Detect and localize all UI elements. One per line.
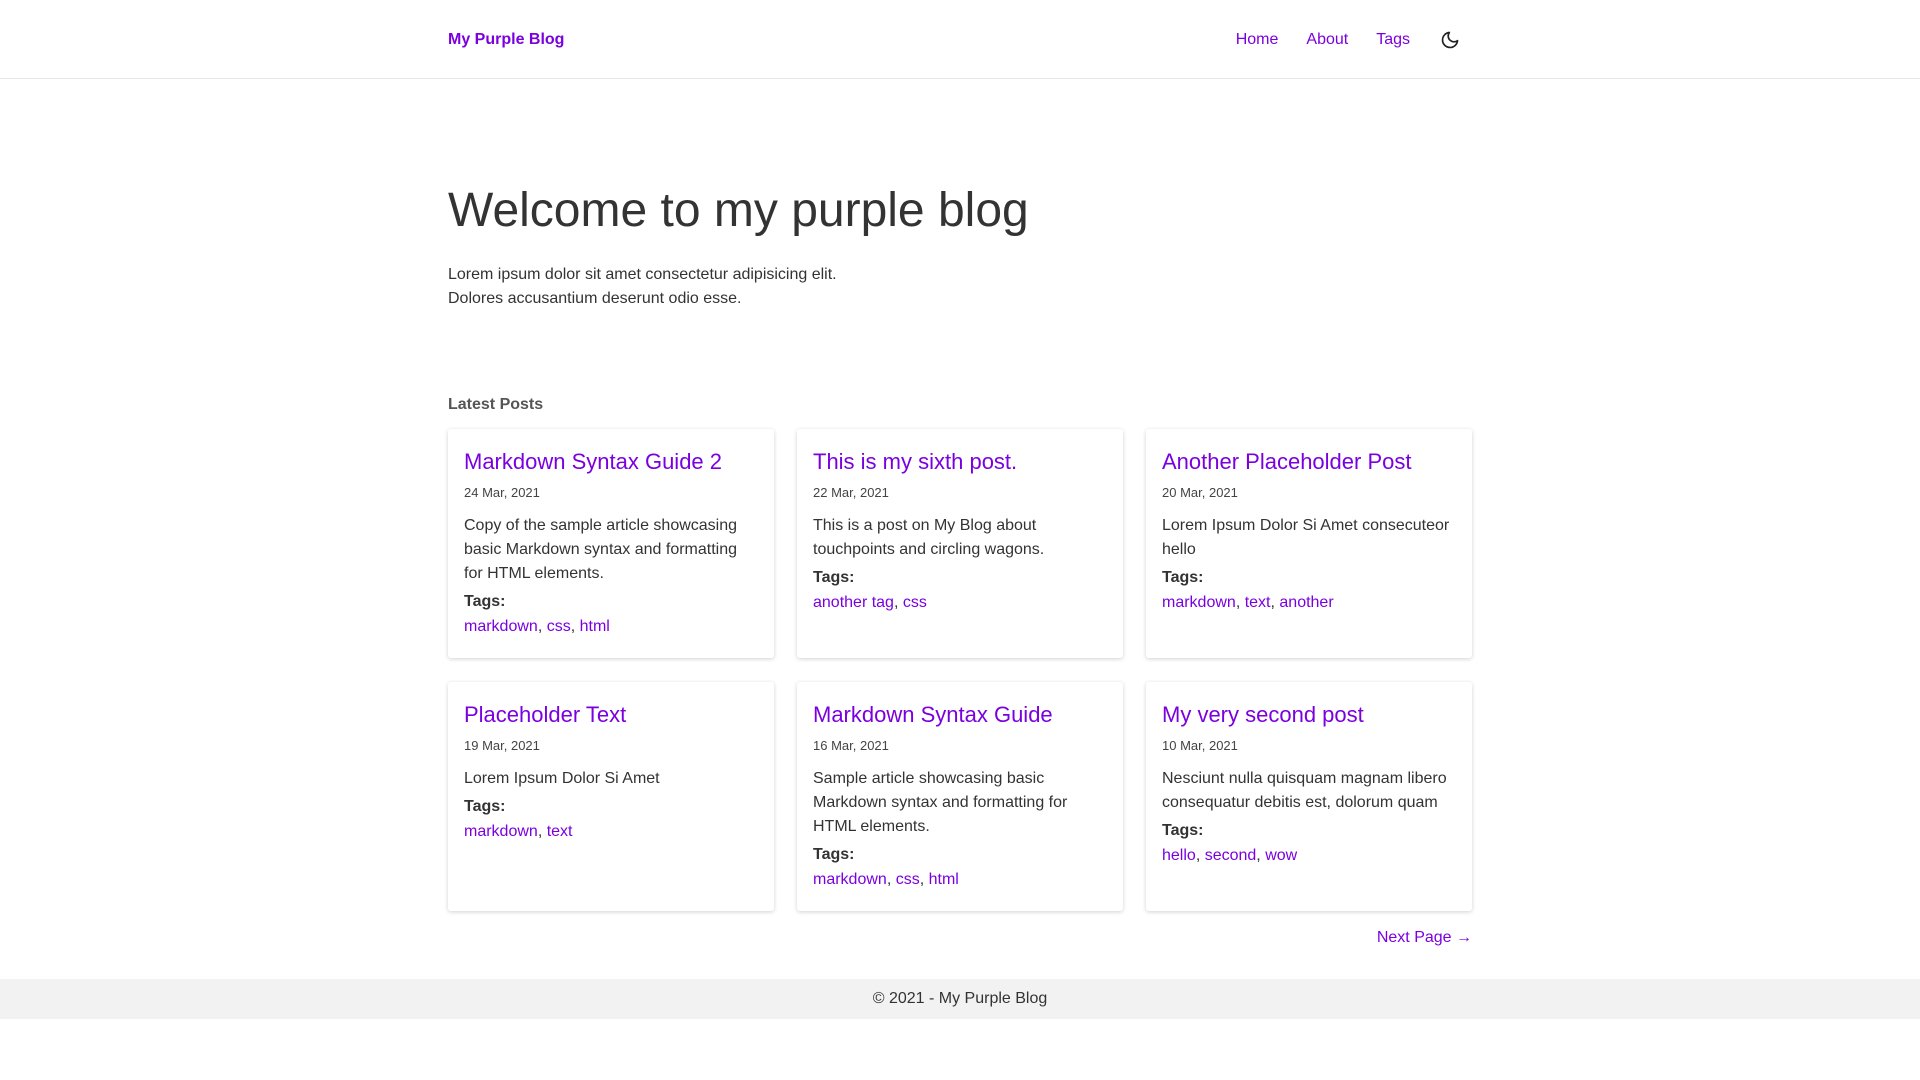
header-container: My Purple Blog Home About Tags [448, 0, 1472, 79]
nav-tags-link[interactable]: Tags [1376, 31, 1410, 49]
moon-icon [1441, 31, 1459, 48]
page-title: Welcome to my purple blog [448, 184, 1029, 237]
post-tags: markdown, css, html [464, 617, 758, 637]
tag-link[interactable]: another tag [813, 594, 894, 611]
post-date: 20 Mar, 2021 [1162, 484, 1238, 500]
tag-link[interactable]: text [547, 823, 573, 840]
intro-text: Lorem ipsum dolor sit amet consectetur a… [448, 263, 1472, 311]
tag-separator: , [570, 617, 580, 635]
tags-label: Tags: [464, 592, 506, 610]
tag-link[interactable]: css [903, 594, 927, 611]
main-content: Welcome to my purple blog Lorem ipsum do… [448, 79, 1472, 951]
post-card: Placeholder Text 19 Mar, 2021 Lorem Ipsu… [448, 681, 774, 911]
tags-label: Tags: [813, 845, 855, 863]
tag-link[interactable]: markdown [464, 823, 538, 840]
tag-separator: , [1195, 846, 1205, 864]
tag-separator: , [537, 822, 547, 840]
site-footer: © 2021 - My Purple Blog [0, 979, 1920, 1019]
theme-toggle-button[interactable] [1436, 26, 1464, 54]
post-tags: markdown, text [464, 822, 758, 842]
tag-separator: , [1235, 593, 1245, 611]
tag-link[interactable]: markdown [1162, 594, 1236, 611]
post-title-link[interactable]: Another Placeholder Post [1162, 447, 1456, 477]
post-date: 24 Mar, 2021 [464, 484, 540, 500]
post-tags: hello, second, wow [1162, 846, 1456, 866]
intro-line-2: Dolores accusantium deserunt odio esse. [448, 289, 742, 307]
post-card: Markdown Syntax Guide 16 Mar, 2021 Sampl… [797, 681, 1123, 911]
footer-copyright: © 2021 - My Purple Blog [872, 990, 1048, 1007]
tag-link[interactable]: another [1279, 594, 1333, 611]
posts-grid: Markdown Syntax Guide 2 24 Mar, 2021 Cop… [448, 428, 1472, 911]
tag-link[interactable]: wow [1265, 847, 1297, 864]
post-title-link[interactable]: Markdown Syntax Guide [813, 700, 1107, 730]
tags-label: Tags: [1162, 821, 1204, 839]
tag-link[interactable]: markdown [813, 871, 887, 888]
post-date: 22 Mar, 2021 [813, 484, 889, 500]
tag-link[interactable]: css [547, 618, 571, 635]
hero-section: Welcome to my purple blog Lorem ipsum do… [448, 79, 1472, 311]
post-title-link[interactable]: Placeholder Text [464, 700, 758, 730]
post-date: 10 Mar, 2021 [1162, 737, 1238, 753]
tag-link[interactable]: hello [1162, 847, 1196, 864]
post-date: 19 Mar, 2021 [464, 737, 540, 753]
post-title-link[interactable]: Markdown Syntax Guide 2 [464, 447, 758, 477]
post-card: My very second post 10 Mar, 2021 Nesciun… [1146, 681, 1472, 911]
main-nav: Home About Tags [1236, 26, 1472, 54]
nav-home-link[interactable]: Home [1236, 31, 1279, 49]
brand-link[interactable]: My Purple Blog [448, 31, 564, 49]
post-description: Lorem Ipsum Dolor Si Amet [464, 769, 660, 787]
tag-link[interactable]: second [1205, 847, 1257, 864]
site-header: My Purple Blog Home About Tags [0, 0, 1920, 79]
next-page-link[interactable]: Next Page → [1377, 929, 1472, 946]
post-tags: markdown, css, html [813, 870, 1107, 890]
post-title-link[interactable]: My very second post [1162, 700, 1456, 730]
post-tags: another tag, css [813, 593, 1107, 613]
tags-label: Tags: [464, 797, 506, 815]
tag-separator: , [893, 593, 903, 611]
tag-link[interactable]: html [580, 618, 610, 635]
post-description: Sample article showcasing basic Markdown… [813, 769, 1068, 835]
pagination: Next Page → [448, 929, 1472, 951]
post-card: Markdown Syntax Guide 2 24 Mar, 2021 Cop… [448, 428, 774, 658]
tag-link[interactable]: text [1245, 594, 1271, 611]
post-title-link[interactable]: This is my sixth post. [813, 447, 1107, 477]
tag-separator: , [886, 870, 896, 888]
tag-separator: , [537, 617, 547, 635]
post-tags: markdown, text, another [1162, 593, 1456, 613]
post-description: Lorem Ipsum Dolor Si Amet consecuteor he… [1162, 516, 1450, 558]
tags-label: Tags: [813, 568, 855, 586]
tag-separator: , [919, 870, 929, 888]
tag-link[interactable]: markdown [464, 618, 538, 635]
post-description: This is a post on My Blog about touchpoi… [813, 516, 1045, 558]
tags-label: Tags: [1162, 568, 1204, 586]
post-description: Copy of the sample article showcasing ba… [464, 516, 738, 582]
post-card: Another Placeholder Post 20 Mar, 2021 Lo… [1146, 428, 1472, 658]
intro-line-1: Lorem ipsum dolor sit amet consectetur a… [448, 265, 837, 283]
post-card: This is my sixth post. 22 Mar, 2021 This… [797, 428, 1123, 658]
nav-about-link[interactable]: About [1306, 31, 1348, 49]
post-description: Nesciunt nulla quisquam magnam libero co… [1162, 769, 1447, 811]
latest-posts-heading: Latest Posts [448, 395, 544, 413]
tag-link[interactable]: html [929, 871, 959, 888]
post-date: 16 Mar, 2021 [813, 737, 889, 753]
tag-separator: , [1256, 846, 1266, 864]
tag-link[interactable]: css [896, 871, 920, 888]
